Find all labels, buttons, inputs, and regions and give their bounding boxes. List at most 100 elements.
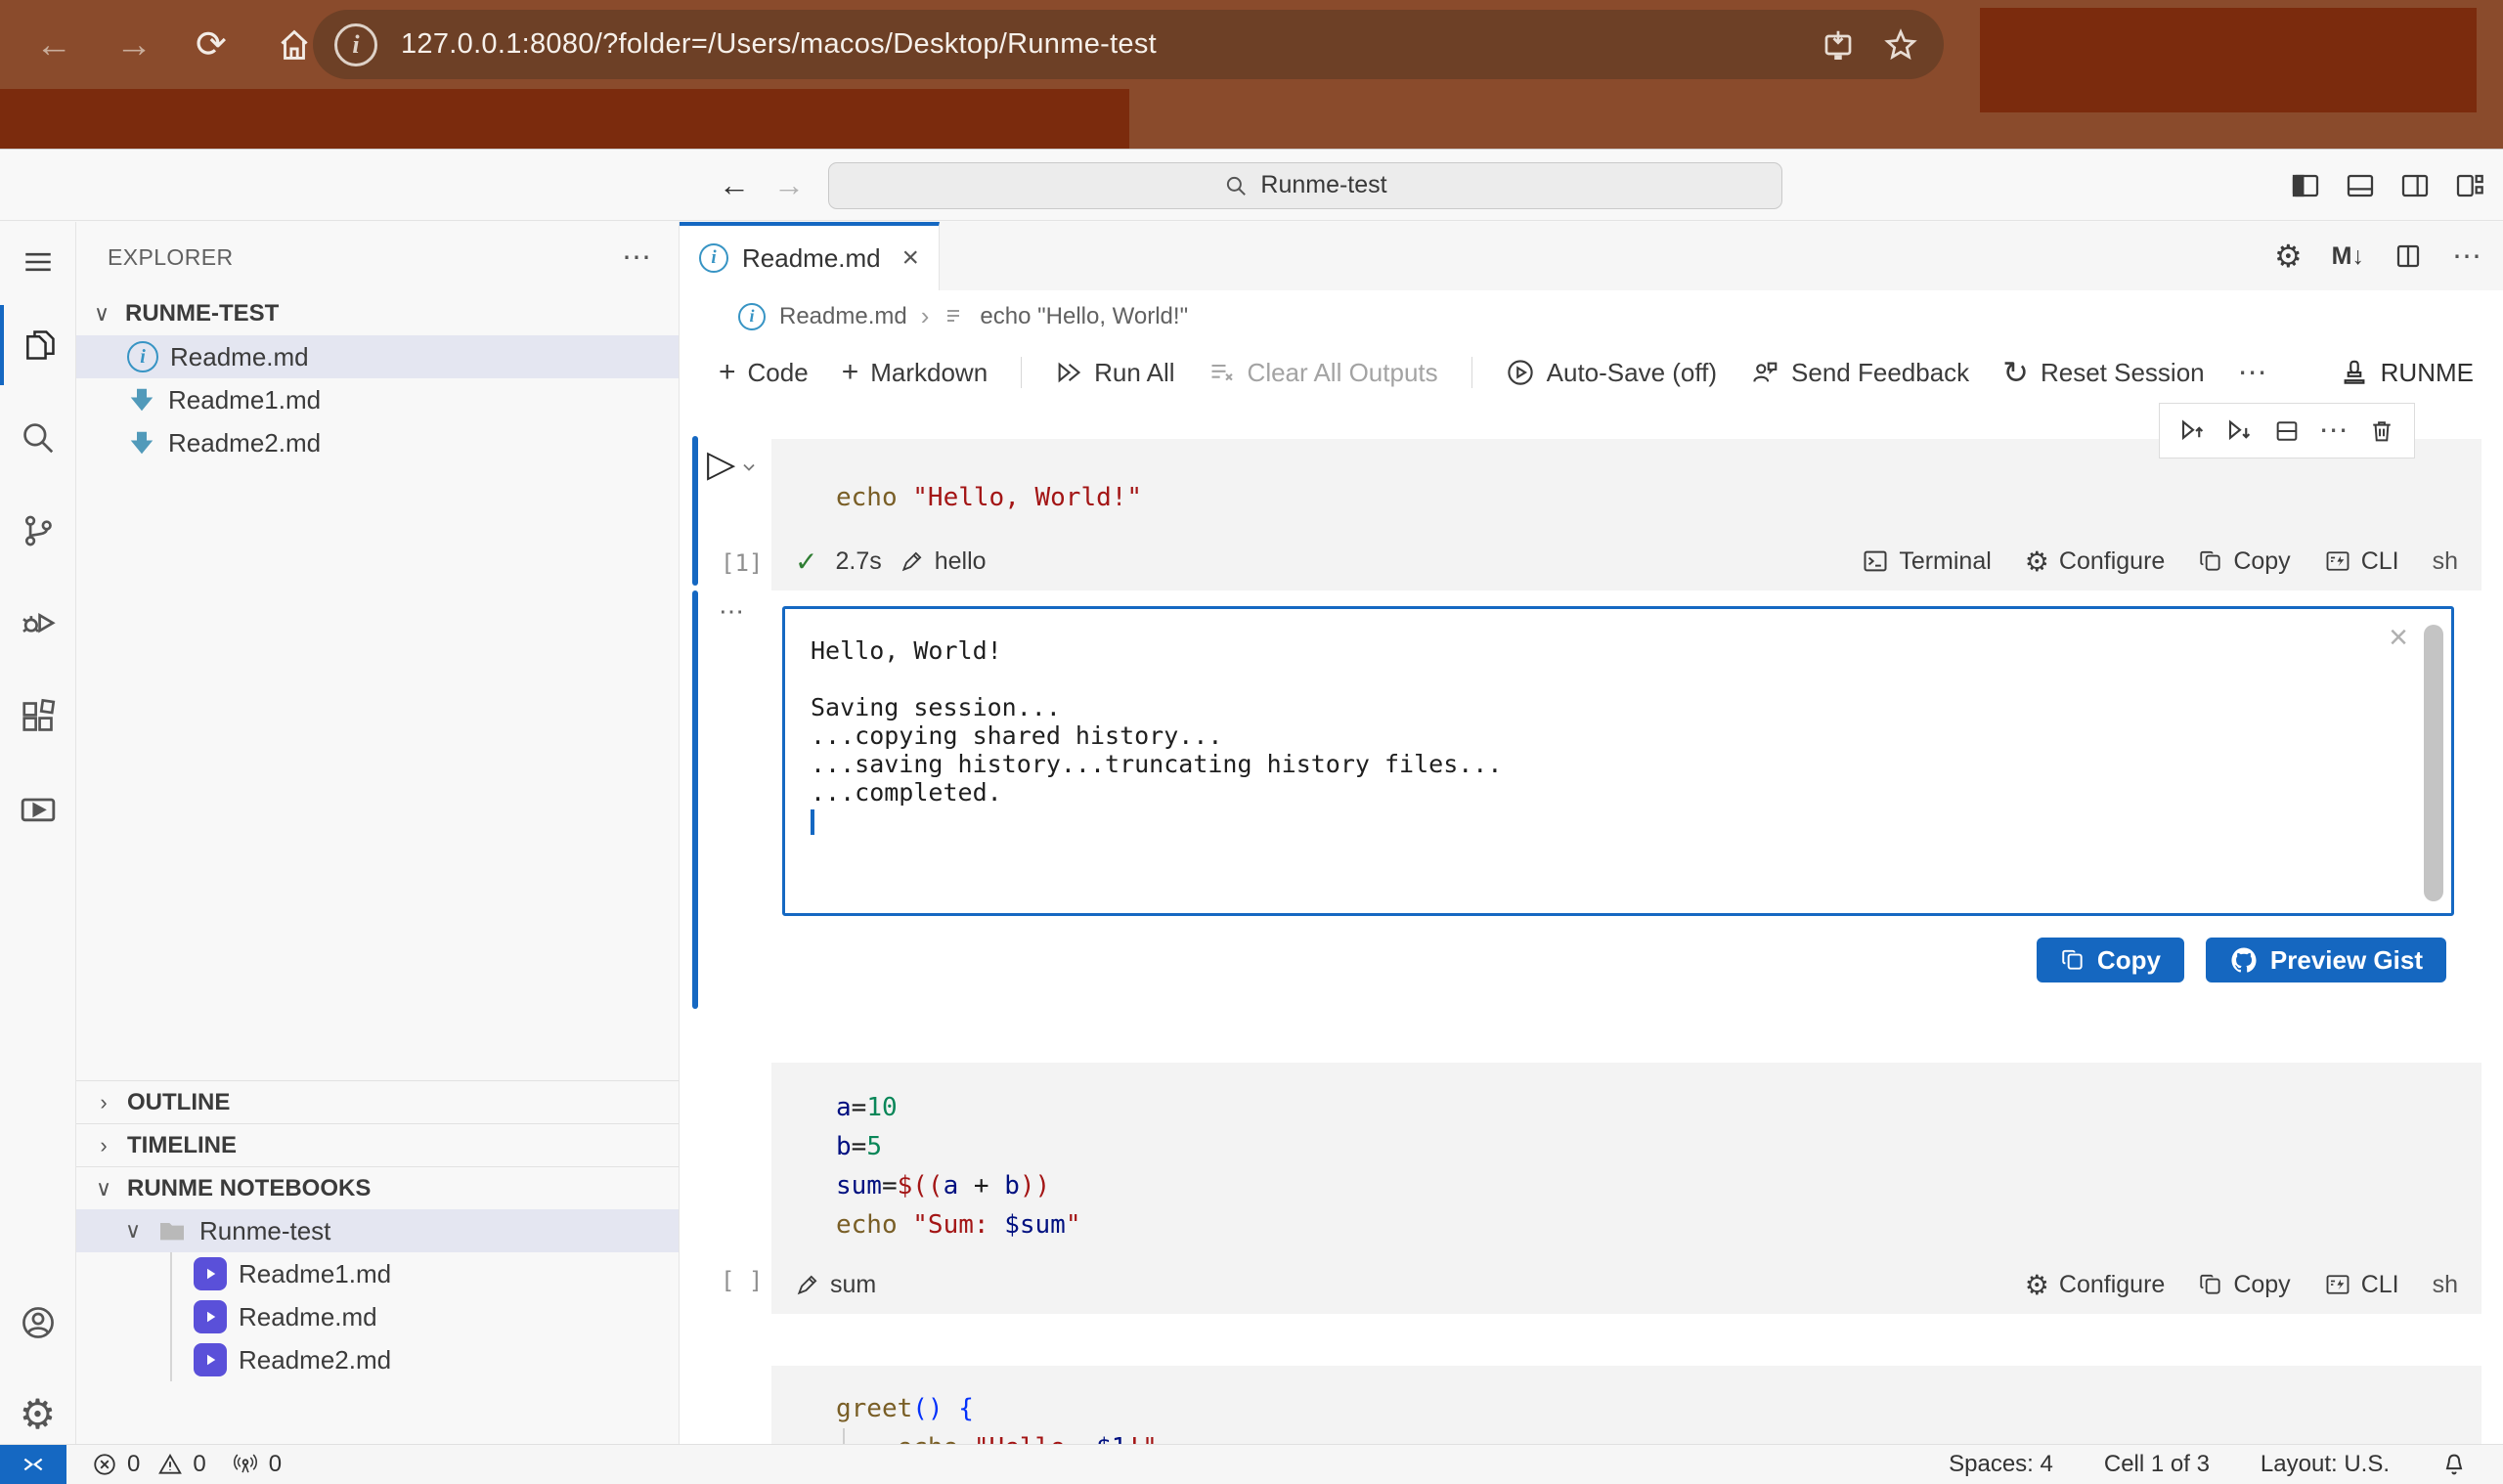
account-icon[interactable] xyxy=(0,1283,75,1363)
copy-button[interactable]: Copy xyxy=(2037,938,2184,982)
copy-action[interactable]: Copy xyxy=(2198,547,2290,576)
run-debug-icon[interactable] xyxy=(0,584,75,664)
preview-gist-button[interactable]: Preview Gist xyxy=(2206,938,2446,982)
code-line: greet() { xyxy=(771,1366,2481,1428)
extensions-icon[interactable] xyxy=(0,677,75,757)
browser-home-icon[interactable] xyxy=(276,26,313,64)
notebook-row-readme1[interactable]: Readme1.md xyxy=(172,1252,679,1295)
breadcrumb-file[interactable]: Readme.md xyxy=(779,303,907,330)
history-forward-icon[interactable]: → xyxy=(773,167,805,203)
tab-readme[interactable]: i Readme.md × xyxy=(680,222,940,290)
site-info-icon[interactable]: i xyxy=(334,23,377,66)
output-line xyxy=(811,665,2451,693)
execute-above-icon[interactable] xyxy=(2178,416,2208,446)
toggle-secondary-sidebar-icon[interactable] xyxy=(2399,170,2431,201)
toolbar-more-icon[interactable]: ⋯ xyxy=(2238,356,2269,390)
file-label: Readme.md xyxy=(170,342,309,372)
command-center-search[interactable]: Runme-test xyxy=(828,162,1782,209)
reset-session-button[interactable]: ↻ Reset Session xyxy=(2002,354,2204,391)
notebook-row-readme[interactable]: Readme.md xyxy=(172,1295,679,1338)
toggle-panel-icon[interactable] xyxy=(2345,170,2376,201)
code-cell-3[interactable]: greet() { echo "Hello, $1!" xyxy=(771,1366,2481,1444)
clear-outputs-button[interactable]: Clear All Outputs xyxy=(1208,358,1438,388)
spaces-indicator[interactable]: Spaces: 4 xyxy=(1949,1451,2053,1478)
code-cell-1[interactable]: echo "Hello, World!" ✓ 2.7s hello Termin… xyxy=(771,439,2481,590)
ports-count: 0 xyxy=(269,1451,282,1478)
markdown-file-icon xyxy=(127,428,156,458)
cell-indicator[interactable]: Cell 1 of 3 xyxy=(2104,1451,2210,1478)
bookmark-star-icon[interactable] xyxy=(1883,27,1918,63)
add-markdown-button[interactable]: +Markdown xyxy=(842,356,988,389)
language-label[interactable]: sh xyxy=(2433,1271,2458,1299)
send-feedback-button[interactable]: Send Feedback xyxy=(1750,358,1969,388)
explorer-more-icon[interactable]: ⋯ xyxy=(622,240,653,275)
auto-save-button[interactable]: Auto-Save (off) xyxy=(1506,358,1717,388)
notebook-settings-gear-icon[interactable]: ⚙ xyxy=(2274,238,2303,275)
copy-action[interactable]: Copy xyxy=(2198,1271,2290,1299)
execute-below-icon[interactable] xyxy=(2225,416,2255,446)
runme-play-icon xyxy=(194,1300,227,1333)
file-row-readme2[interactable]: Readme2.md xyxy=(76,421,679,464)
section-timeline[interactable]: › TIMELINE xyxy=(76,1123,679,1166)
delete-cell-icon[interactable] xyxy=(2368,417,2395,445)
output-scrollbar[interactable] xyxy=(2424,625,2443,901)
search-icon[interactable] xyxy=(0,398,75,478)
browser-reload-icon[interactable]: ⟳ xyxy=(196,26,227,64)
browser-back-icon[interactable]: ← xyxy=(35,26,72,64)
menu-hamburger-icon[interactable] xyxy=(0,222,75,302)
add-code-button[interactable]: +Code xyxy=(719,356,809,389)
runme-play-icon xyxy=(194,1343,227,1376)
file-row-readme1[interactable]: Readme1.md xyxy=(76,378,679,421)
history-back-icon[interactable]: ← xyxy=(719,167,750,203)
breadcrumb-cell[interactable]: echo "Hello, World!" xyxy=(980,303,1188,330)
cell-more-icon[interactable]: ⋯ xyxy=(2319,414,2350,448)
problems-indicator[interactable]: 0 0 xyxy=(92,1451,206,1478)
source-control-icon[interactable] xyxy=(0,491,75,571)
file-label: Readme1.md xyxy=(168,385,321,415)
customize-layout-icon[interactable] xyxy=(2454,170,2485,201)
output-line: ...copying shared history... xyxy=(811,721,2451,750)
tab-close-icon[interactable]: × xyxy=(901,241,919,275)
run-cell-button[interactable]: ▷ xyxy=(707,446,759,483)
settings-gear-icon[interactable]: ⚙ xyxy=(0,1374,75,1454)
runme-play-icon xyxy=(194,1257,227,1290)
output-more-icon[interactable]: ⋯ xyxy=(719,596,746,627)
remote-indicator[interactable] xyxy=(0,1445,66,1484)
install-app-icon[interactable] xyxy=(1821,27,1856,63)
ports-indicator[interactable]: 0 xyxy=(232,1451,282,1478)
configure-action[interactable]: ⚙ Configure xyxy=(2025,1269,2166,1301)
cli-action[interactable]: CLI xyxy=(2324,547,2399,576)
markdown-preview-icon[interactable]: M↓ xyxy=(2332,242,2364,271)
toggle-sidebar-icon[interactable] xyxy=(2290,170,2321,201)
explorer-icon[interactable] xyxy=(0,305,75,385)
language-label[interactable]: sh xyxy=(2433,547,2458,576)
file-row-readme[interactable]: i Readme.md xyxy=(76,335,679,378)
terminal-output[interactable]: Hello, World! Saving session... ...copyi… xyxy=(782,606,2454,916)
close-output-icon[interactable]: × xyxy=(2389,619,2408,657)
editor-more-icon[interactable]: ⋯ xyxy=(2452,240,2483,274)
configure-action[interactable]: ⚙ Configure xyxy=(2025,546,2166,578)
run-all-button[interactable]: Run All xyxy=(1055,358,1174,388)
chevron-down-icon: ∨ xyxy=(90,301,113,327)
indent-guide xyxy=(843,1428,845,1444)
runme-panel-icon[interactable] xyxy=(0,769,75,850)
browser-forward-icon[interactable]: → xyxy=(115,26,153,64)
command-center-label: Runme-test xyxy=(1260,171,1386,199)
terminal-action[interactable]: Terminal xyxy=(1862,547,1991,576)
address-bar[interactable]: i 127.0.0.1:8080/?folder=/Users/macos/De… xyxy=(313,10,1944,79)
notifications-bell-icon[interactable] xyxy=(2440,1451,2468,1478)
vscode-titlebar: ← → Runme-test xyxy=(0,150,2503,221)
notebook-row-readme2[interactable]: Readme2.md xyxy=(172,1338,679,1381)
code-cell-2[interactable]: a=10 b=5 sum=$((a + b)) echo "Sum: $sum"… xyxy=(771,1063,2481,1314)
cli-action[interactable]: CLI xyxy=(2324,1271,2399,1299)
section-runme-notebooks[interactable]: ∨ RUNME NOTEBOOKS xyxy=(76,1166,679,1209)
tree-root-runme-test[interactable]: ∨ RUNME-TEST xyxy=(76,292,679,335)
section-outline[interactable]: › OUTLINE xyxy=(76,1080,679,1123)
cell-name[interactable]: sum xyxy=(795,1271,876,1299)
cell-name[interactable]: hello xyxy=(900,547,987,576)
layout-indicator[interactable]: Layout: U.S. xyxy=(2261,1451,2390,1478)
notebooks-folder-row[interactable]: ∨ Runme-test xyxy=(76,1209,679,1252)
split-editor-icon[interactable] xyxy=(2393,241,2423,271)
url-text[interactable]: 127.0.0.1:8080/?folder=/Users/macos/Desk… xyxy=(401,28,1157,61)
split-cell-icon[interactable] xyxy=(2273,417,2301,445)
